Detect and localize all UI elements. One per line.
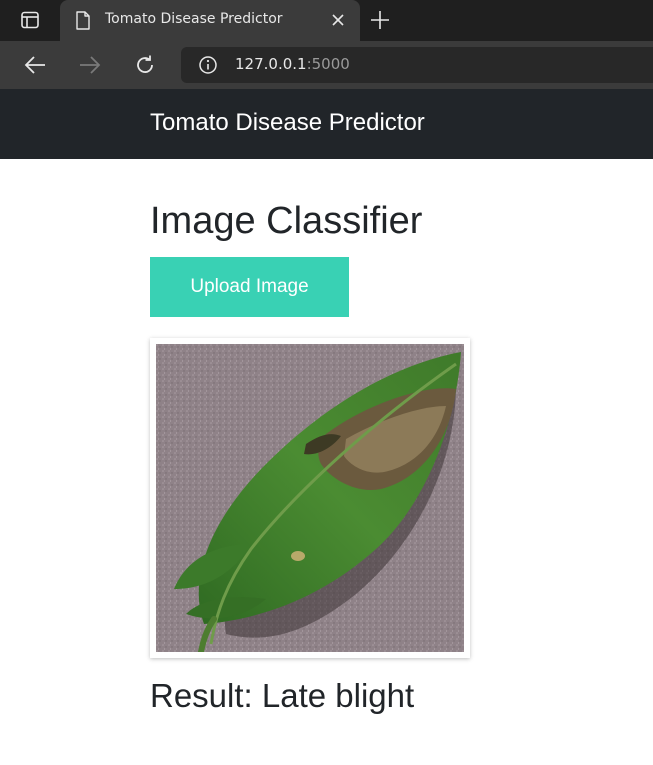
page-icon	[76, 11, 90, 30]
image-preview-frame	[150, 338, 470, 658]
browser-toolbar: 127.0.0.1:5000	[0, 41, 653, 89]
url-port: :5000	[306, 55, 350, 73]
forward-button[interactable]	[77, 53, 103, 77]
new-tab-icon[interactable]	[369, 9, 391, 31]
back-button[interactable]	[22, 53, 48, 77]
close-icon[interactable]	[330, 12, 346, 28]
tomato-leaf-image	[156, 344, 464, 652]
tab-actions-icon[interactable]	[10, 8, 50, 32]
page-title: Image Classifier	[150, 200, 423, 242]
reload-icon	[137, 55, 153, 73]
result-label: Result:	[150, 677, 253, 714]
upload-image-button[interactable]: Upload Image	[150, 257, 349, 317]
address-bar[interactable]: 127.0.0.1:5000	[181, 47, 653, 83]
forward-arrow-icon	[80, 56, 101, 74]
tab-title: Tomato Disease Predictor	[105, 11, 283, 27]
url-text[interactable]: 127.0.0.1:5000	[235, 55, 350, 73]
browser-tab[interactable]: Tomato Disease Predictor	[60, 0, 360, 41]
browser-tabstrip: Tomato Disease Predictor	[0, 0, 653, 41]
result-text: Result: Late blight	[150, 677, 414, 715]
back-arrow-icon	[24, 56, 45, 74]
navbar-brand[interactable]: Tomato Disease Predictor	[150, 109, 425, 137]
site-info-icon[interactable]	[198, 55, 218, 75]
url-host: 127.0.0.1	[235, 55, 307, 73]
reload-button[interactable]	[132, 53, 158, 77]
result-value: Late blight	[261, 677, 415, 714]
navbar: Tomato Disease Predictor	[0, 89, 653, 159]
